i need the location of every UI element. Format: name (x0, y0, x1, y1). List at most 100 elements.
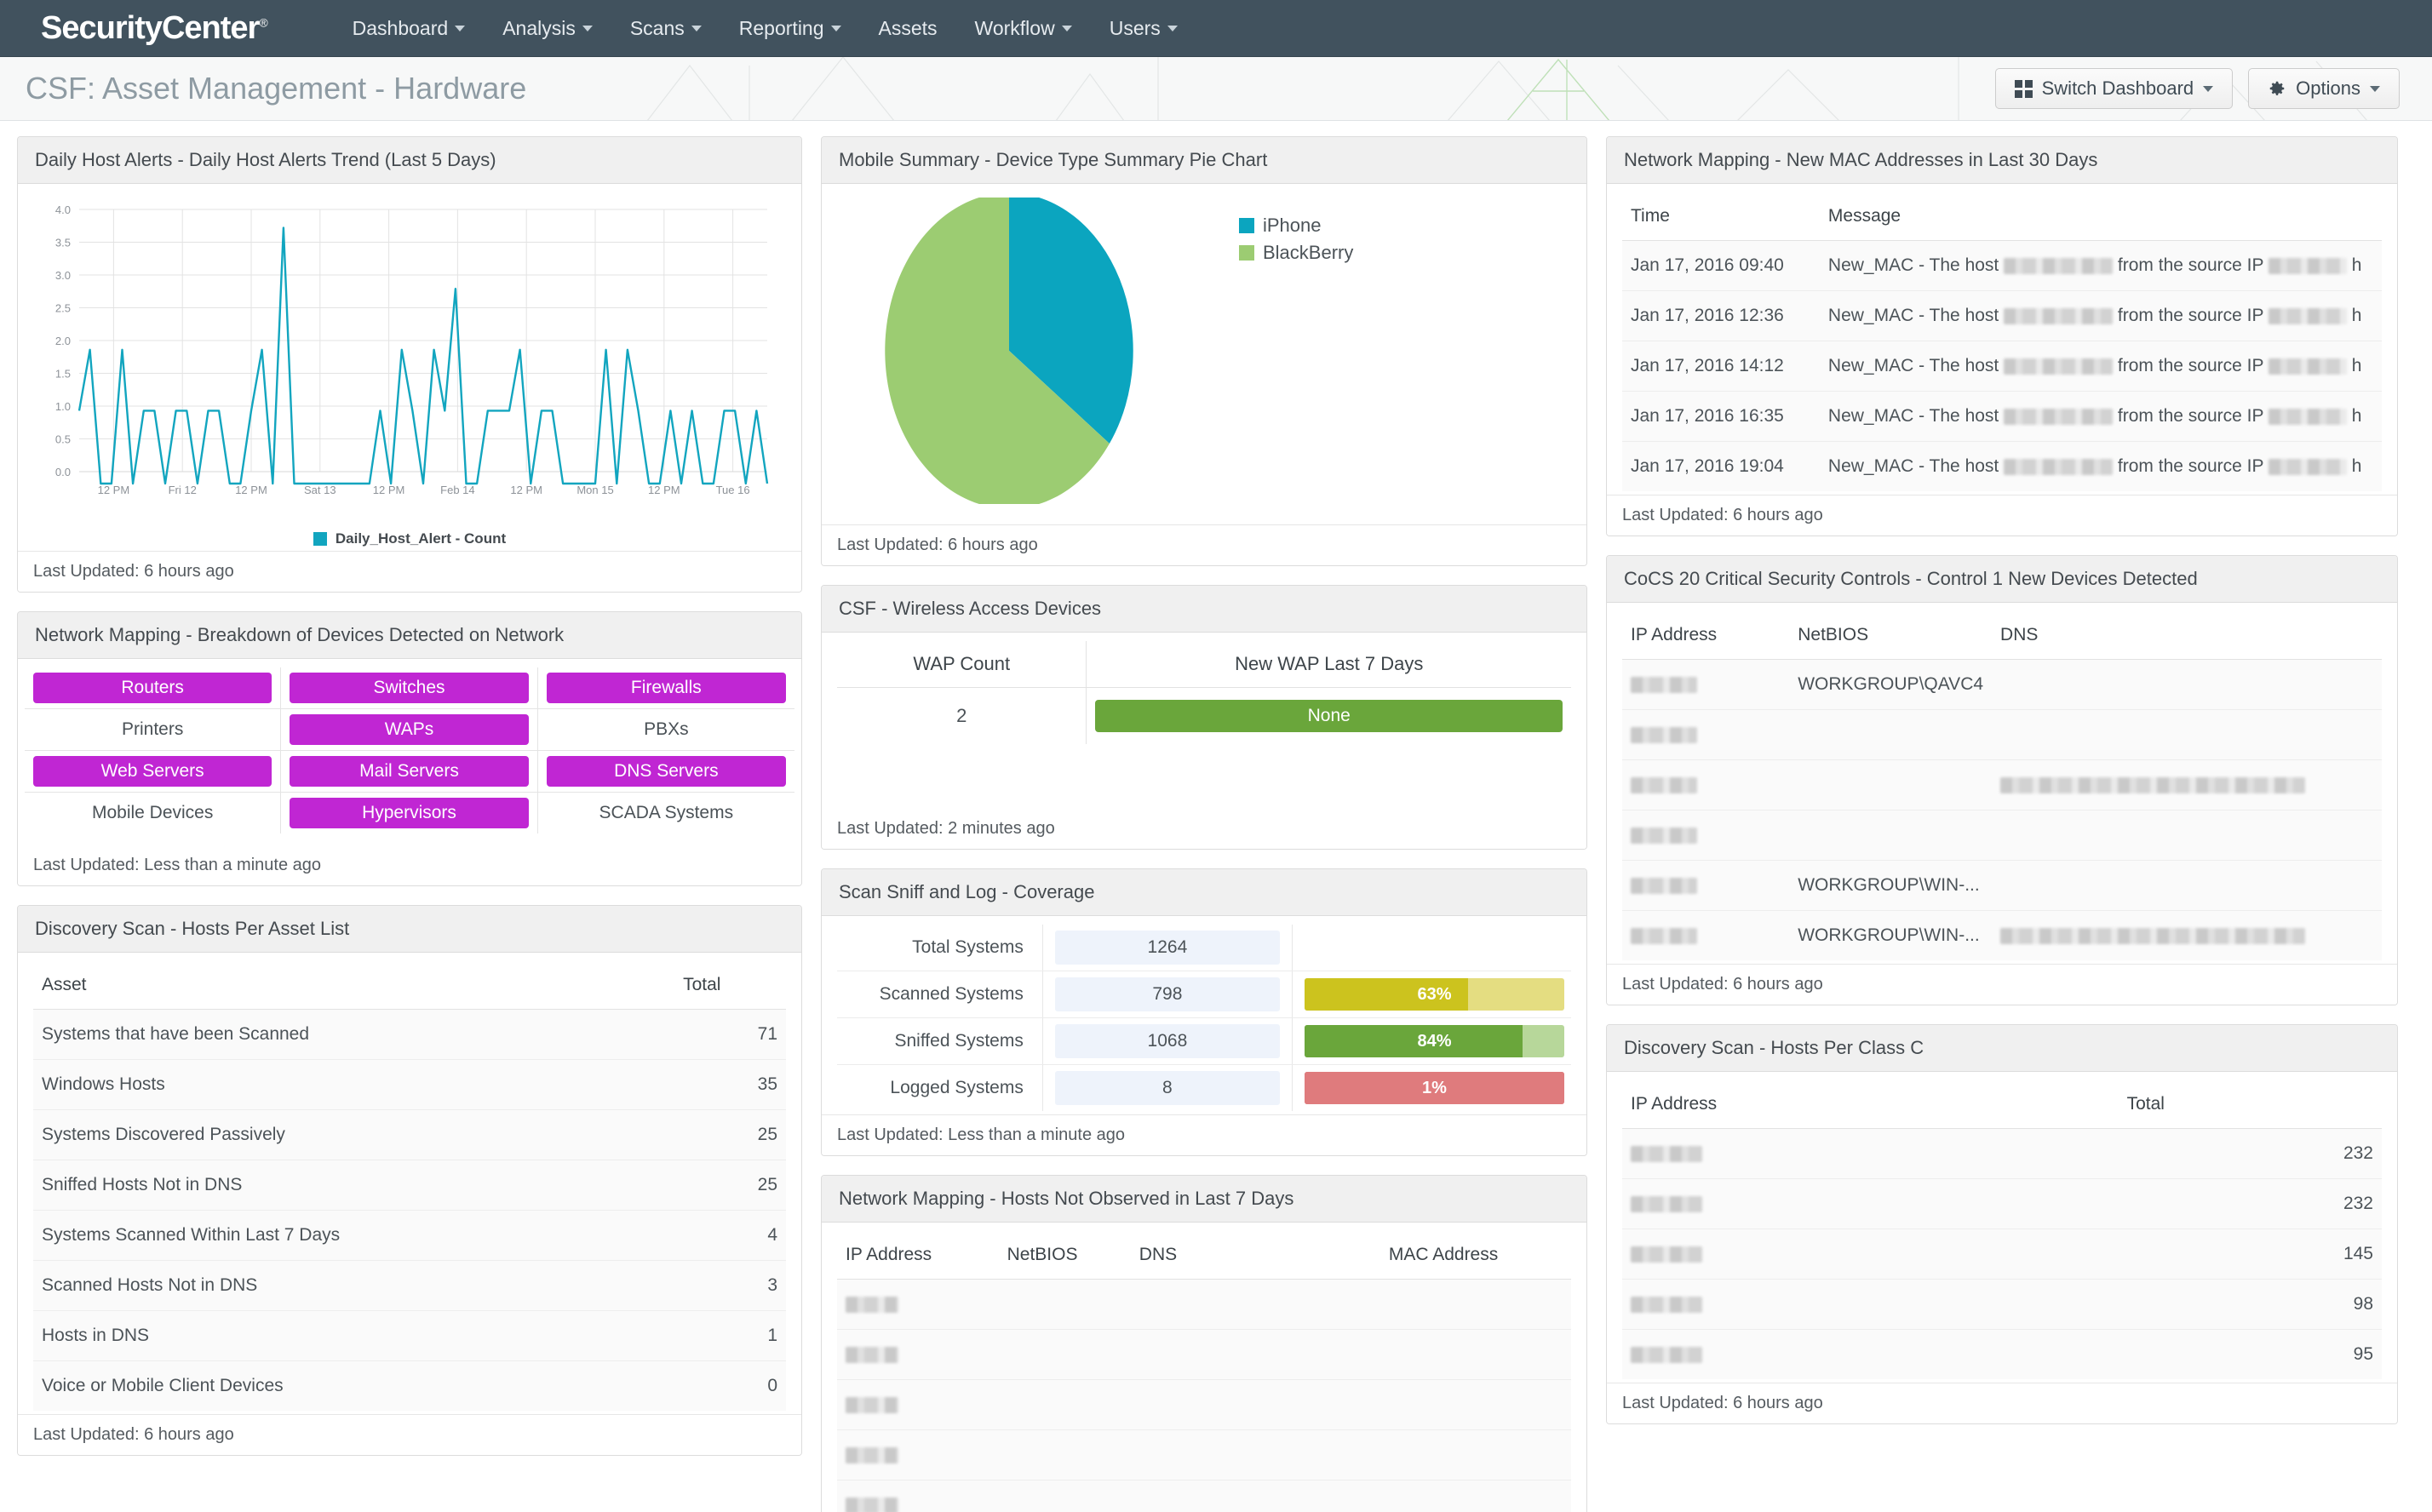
device-tile-dns-servers[interactable]: DNS Servers (546, 756, 786, 787)
svg-text:1.5: 1.5 (55, 368, 71, 381)
column-header-dns[interactable]: DNS (1992, 611, 2382, 660)
dashboard-column-left: Daily Host Alerts - Daily Host Alerts Tr… (17, 136, 802, 1456)
column-header-netbios[interactable]: NetBIOS (998, 1231, 1131, 1280)
column-header-total[interactable]: Total (674, 961, 786, 1010)
device-tile-printers[interactable]: Printers (33, 714, 272, 745)
table-row[interactable] (1622, 709, 2382, 760)
panel-last-updated: Last Updated: 6 hours ago (822, 524, 1586, 565)
table-row[interactable]: 232 (1622, 1128, 2382, 1179)
table-row[interactable]: 145 (1622, 1228, 2382, 1280)
table-row[interactable]: 232 (1622, 1178, 2382, 1229)
table-container: WAP Count New WAP Last 7 Days 2 None (822, 633, 1586, 809)
nav-item-reporting[interactable]: Reporting (720, 17, 860, 40)
column-header-total[interactable]: Total (2118, 1080, 2382, 1129)
device-tile-waps[interactable]: WAPs (290, 714, 529, 745)
column-header-ip-address[interactable]: IP Address (1622, 1080, 2119, 1129)
redacted-value (846, 1296, 898, 1313)
mac-address-cell (1379, 1379, 1571, 1430)
table-row[interactable]: WORKGROUP\WIN-... (1622, 860, 2382, 911)
legend-item-iphone[interactable]: iPhone (1239, 215, 1353, 237)
table-row[interactable]: Windows Hosts 35 (33, 1059, 786, 1110)
column-header-asset[interactable]: Asset (33, 961, 675, 1010)
device-tile-mail-servers[interactable]: Mail Servers (290, 756, 529, 787)
ip-address-cell (1622, 759, 1790, 810)
column-header-mac-address[interactable]: MAC Address (1379, 1231, 1571, 1280)
nav-item-workflow[interactable]: Workflow (956, 17, 1091, 40)
options-button[interactable]: Options (2248, 68, 2400, 109)
nav-item-dashboard[interactable]: Dashboard (334, 17, 485, 40)
redacted-value (2000, 776, 2306, 793)
panel-hosts-not-observed: Network Mapping - Hosts Not Observed in … (821, 1175, 1587, 1512)
redacted-value (1631, 877, 1697, 894)
table-row[interactable]: 98 (1622, 1279, 2382, 1330)
legend-item-blackberry[interactable]: BlackBerry (1239, 242, 1353, 264)
column-header-new-wap: New WAP Last 7 Days (1086, 641, 1571, 688)
coverage-row: Scanned Systems 798 63% (837, 971, 1571, 1018)
ip-address-cell (1622, 1128, 2119, 1179)
table-row[interactable]: Jan 17, 2016 16:35 New_MAC - The host fro… (1622, 391, 2382, 442)
table-row[interactable]: Hosts in DNS 1 (33, 1310, 786, 1361)
nav-item-analysis[interactable]: Analysis (484, 17, 611, 40)
table-row[interactable]: Jan 17, 2016 09:40 New_MAC - The host fro… (1622, 240, 2382, 291)
table-row[interactable]: Jan 17, 2016 14:12 New_MAC - The host fro… (1622, 341, 2382, 392)
legend-label: Daily_Host_Alert - Count (335, 530, 507, 547)
table-row[interactable] (837, 1429, 1571, 1480)
table-row[interactable]: Systems Discovered Passively 25 (33, 1109, 786, 1160)
panel-last-updated: Last Updated: Less than a minute ago (822, 1114, 1586, 1155)
table-header-row: Asset Total (33, 961, 786, 1010)
coverage-percent-label: 63% (1417, 984, 1452, 1004)
app-logo[interactable]: SecurityCenter® (41, 10, 268, 47)
table-row[interactable]: Systems that have been Scanned 71 (33, 1009, 786, 1060)
new-mac-addresses-table: Time Message Jan 17, 2016 09:40 New_MAC -… (1622, 192, 2382, 491)
chevron-down-icon (830, 25, 841, 32)
new-wap-cell: None (1087, 688, 1571, 745)
coverage-label: Total Systems (837, 925, 1043, 971)
table-row[interactable]: 95 (1622, 1329, 2382, 1379)
table-row[interactable] (837, 1329, 1571, 1380)
table-row[interactable]: WORKGROUP\QAVC4 (1622, 659, 2382, 710)
asset-total: 35 (674, 1059, 786, 1110)
svg-text:Tue 16: Tue 16 (716, 484, 750, 496)
column-header-ip-address[interactable]: IP Address (1622, 611, 1790, 660)
device-tile-mobile-devices[interactable]: Mobile Devices (33, 798, 272, 828)
redacted-value (1631, 827, 1697, 844)
column-header-ip-address[interactable]: IP Address (837, 1231, 999, 1280)
table-row[interactable]: Voice or Mobile Client Devices 0 (33, 1360, 786, 1411)
device-tile-web-servers[interactable]: Web Servers (33, 756, 272, 787)
dns-cell (1992, 709, 2382, 760)
table-row[interactable] (837, 1379, 1571, 1430)
switch-dashboard-button[interactable]: Switch Dashboard (1994, 68, 2234, 109)
nav-item-assets[interactable]: Assets (860, 17, 956, 40)
device-type-pie-chart[interactable] (856, 198, 1162, 504)
column-header-netbios[interactable]: NetBIOS (1789, 611, 1993, 660)
table-row[interactable]: Systems Scanned Within Last 7 Days 4 (33, 1210, 786, 1261)
device-tile-firewalls[interactable]: Firewalls (546, 673, 786, 703)
panel-hosts-per-asset-list: Discovery Scan - Hosts Per Asset List As… (17, 905, 802, 1456)
table-row[interactable]: Jan 17, 2016 19:04 New_MAC - The host fro… (1622, 441, 2382, 491)
device-tile-switches[interactable]: Switches (290, 673, 529, 703)
device-tile-pbxs[interactable]: PBXs (547, 714, 786, 745)
table-row[interactable]: Jan 17, 2016 12:36 New_MAC - The host fro… (1622, 290, 2382, 341)
legend-swatch-iphone (1239, 218, 1254, 233)
device-tile-scada-systems[interactable]: SCADA Systems (547, 798, 786, 828)
table-row[interactable]: WORKGROUP\WIN-... (1622, 910, 2382, 960)
column-header-message[interactable]: Message (1819, 192, 2382, 241)
table-row[interactable] (837, 1480, 1571, 1512)
device-tile-hypervisors[interactable]: Hypervisors (290, 798, 529, 828)
redacted-value (2004, 358, 2114, 375)
column-header-dns[interactable]: DNS (1130, 1231, 1380, 1280)
nav-item-users[interactable]: Users (1091, 17, 1196, 40)
message-prefix: New_MAC - The host (1827, 255, 2005, 275)
table-row[interactable] (1622, 759, 2382, 810)
redacted-value (1631, 1346, 1702, 1363)
asset-name: Hosts in DNS (33, 1310, 675, 1361)
nav-label: Dashboard (352, 16, 449, 39)
table-row[interactable] (1622, 810, 2382, 861)
nav-item-scans[interactable]: Scans (611, 17, 720, 40)
device-tile-routers[interactable]: Routers (33, 673, 272, 703)
table-row[interactable]: Scanned Hosts Not in DNS 3 (33, 1260, 786, 1311)
table-row[interactable]: Sniffed Hosts Not in DNS 25 (33, 1160, 786, 1211)
daily-host-alerts-line-chart[interactable]: 0.0 0.5 1.0 1.5 2.0 2.5 3.0 3.5 4.0 12 PM Fri 12 12… (30, 198, 779, 521)
table-row[interactable] (837, 1279, 1571, 1330)
column-header-time[interactable]: Time (1622, 192, 1820, 241)
